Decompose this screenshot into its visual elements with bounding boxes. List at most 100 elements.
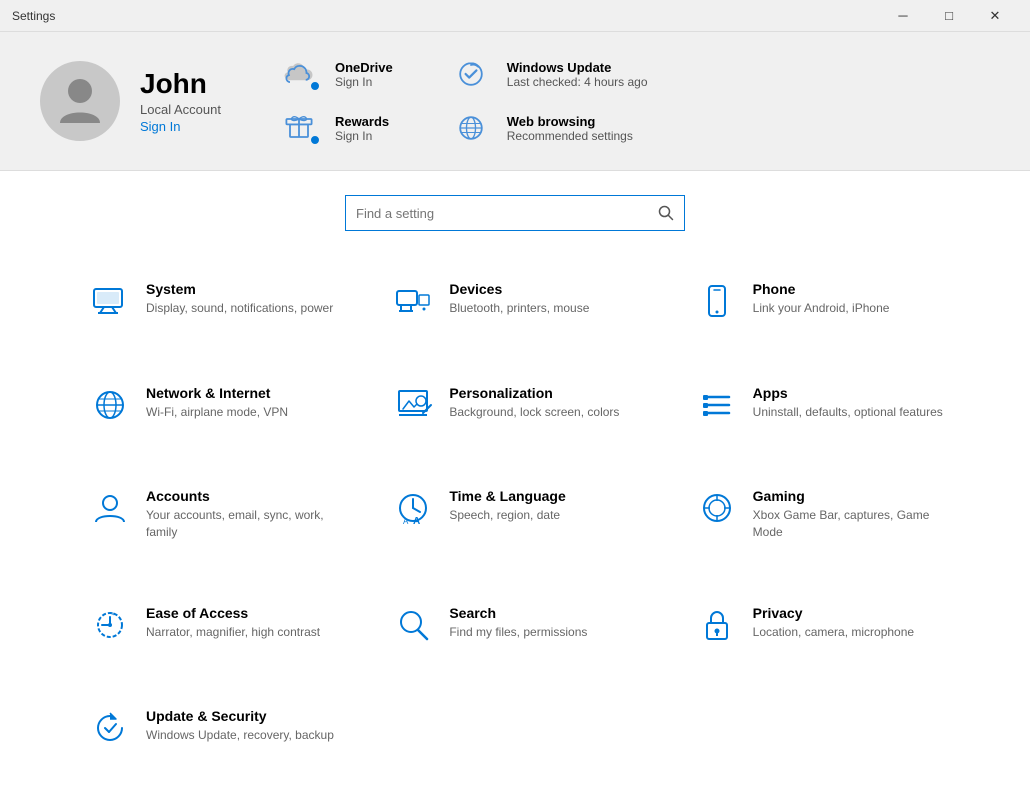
web-browsing-icon-wrap: [453, 110, 493, 146]
personalization-sub: Background, lock screen, colors: [449, 404, 619, 421]
gaming-text: Gaming Xbox Game Bar, captures, Game Mod…: [753, 488, 960, 541]
system-text: System Display, sound, notifications, po…: [146, 281, 333, 317]
personalization-icon: [393, 385, 433, 425]
windows-update-subtitle: Last checked: 4 hours ago: [507, 75, 648, 89]
accounts-icon: [90, 488, 130, 528]
search-text: Search Find my files, permissions: [449, 605, 587, 641]
devices-sub: Bluetooth, printers, mouse: [449, 300, 589, 317]
search-title: Search: [449, 605, 587, 621]
onedrive-title: OneDrive: [335, 60, 393, 75]
web-browsing-text: Web browsing Recommended settings: [507, 114, 633, 143]
windows-update-title: Windows Update: [507, 60, 648, 75]
network-sub: Wi-Fi, airplane mode, VPN: [146, 404, 288, 421]
accounts-text: Accounts Your accounts, email, sync, wor…: [146, 488, 353, 541]
ease-title: Ease of Access: [146, 605, 320, 621]
settings-update[interactable]: Update & Security Windows Update, recove…: [80, 692, 363, 786]
rewards-text: Rewards Sign In: [335, 114, 389, 143]
phone-sub: Link your Android, iPhone: [753, 300, 890, 317]
update-icon: [90, 708, 130, 748]
settings-accounts[interactable]: Accounts Your accounts, email, sync, wor…: [80, 472, 363, 578]
svg-text:A: A: [403, 517, 409, 526]
personalization-text: Personalization Background, lock screen,…: [449, 385, 619, 421]
profile-signin-link[interactable]: Sign In: [140, 119, 221, 134]
update-title: Update & Security: [146, 708, 334, 724]
header-section: John Local Account Sign In OneDrive Sign…: [0, 32, 1030, 171]
search-icon: [658, 205, 674, 221]
avatar: [40, 61, 120, 141]
devices-icon: [393, 281, 433, 321]
titlebar: Settings ─ □ ✕: [0, 0, 1030, 32]
search-box: [345, 195, 685, 231]
settings-personalization[interactable]: Personalization Background, lock screen,…: [383, 369, 666, 463]
privacy-sub: Location, camera, microphone: [753, 624, 914, 641]
titlebar-controls: ─ □ ✕: [880, 0, 1018, 32]
settings-privacy[interactable]: Privacy Location, camera, microphone: [687, 589, 970, 683]
gaming-icon: [697, 488, 737, 528]
windows-update-service[interactable]: Windows Update Last checked: 4 hours ago: [453, 56, 648, 92]
settings-search[interactable]: Search Find my files, permissions: [383, 589, 666, 683]
settings-network[interactable]: Network & Internet Wi-Fi, airplane mode,…: [80, 369, 363, 463]
accounts-sub: Your accounts, email, sync, work, family: [146, 507, 353, 541]
settings-gaming[interactable]: Gaming Xbox Game Bar, captures, Game Mod…: [687, 472, 970, 578]
onedrive-text: OneDrive Sign In: [335, 60, 393, 89]
rewards-subtitle: Sign In: [335, 129, 389, 143]
windows-update-icon: [453, 56, 489, 92]
profile-name: John: [140, 68, 221, 100]
network-icon: [90, 385, 130, 425]
gaming-sub: Xbox Game Bar, captures, Game Mode: [753, 507, 960, 541]
privacy-title: Privacy: [753, 605, 914, 621]
service-col-1: OneDrive Sign In Rewards: [281, 56, 393, 146]
update-text: Update & Security Windows Update, recove…: [146, 708, 334, 744]
time-icon: A A: [393, 488, 433, 528]
services-area: OneDrive Sign In Rewards: [281, 56, 990, 146]
minimize-button[interactable]: ─: [880, 0, 926, 32]
search-input[interactable]: [356, 206, 650, 221]
settings-ease[interactable]: Ease of Access Narrator, magnifier, high…: [80, 589, 363, 683]
phone-text: Phone Link your Android, iPhone: [753, 281, 890, 317]
gaming-title: Gaming: [753, 488, 960, 504]
service-col-2: Windows Update Last checked: 4 hours ago: [453, 56, 648, 146]
onedrive-subtitle: Sign In: [335, 75, 393, 89]
profile-area: John Local Account Sign In: [40, 61, 221, 141]
time-title: Time & Language: [449, 488, 565, 504]
rewards-title: Rewards: [335, 114, 389, 129]
web-browsing-service[interactable]: Web browsing Recommended settings: [453, 110, 648, 146]
accounts-title: Accounts: [146, 488, 353, 504]
search-sub: Find my files, permissions: [449, 624, 587, 641]
search-settings-icon: [393, 605, 433, 645]
windows-update-text: Windows Update Last checked: 4 hours ago: [507, 60, 648, 89]
settings-time[interactable]: A A Time & Language Speech, region, date: [383, 472, 666, 578]
onedrive-service[interactable]: OneDrive Sign In: [281, 56, 393, 92]
search-section: [0, 171, 1030, 255]
rewards-service[interactable]: Rewards Sign In: [281, 110, 393, 146]
settings-system[interactable]: System Display, sound, notifications, po…: [80, 265, 363, 359]
time-sub: Speech, region, date: [449, 507, 565, 524]
profile-info: John Local Account Sign In: [140, 68, 221, 134]
svg-text:A: A: [413, 516, 420, 527]
onedrive-status-dot: [309, 80, 321, 92]
settings-grid: System Display, sound, notifications, po…: [0, 255, 1030, 806]
phone-title: Phone: [753, 281, 890, 297]
windows-update-icon-wrap: [453, 56, 493, 92]
settings-devices[interactable]: Devices Bluetooth, printers, mouse: [383, 265, 666, 359]
system-sub: Display, sound, notifications, power: [146, 300, 333, 317]
system-icon: [90, 281, 130, 321]
close-button[interactable]: ✕: [972, 0, 1018, 32]
maximize-button[interactable]: □: [926, 0, 972, 32]
apps-title: Apps: [753, 385, 943, 401]
web-browsing-title: Web browsing: [507, 114, 633, 129]
personalization-title: Personalization: [449, 385, 619, 401]
rewards-icon-wrap: [281, 110, 321, 146]
update-sub: Windows Update, recovery, backup: [146, 727, 334, 744]
ease-icon: [90, 605, 130, 645]
time-text: Time & Language Speech, region, date: [449, 488, 565, 524]
devices-text: Devices Bluetooth, printers, mouse: [449, 281, 589, 317]
network-text: Network & Internet Wi-Fi, airplane mode,…: [146, 385, 288, 421]
settings-apps[interactable]: Apps Uninstall, defaults, optional featu…: [687, 369, 970, 463]
onedrive-icon-wrap: [281, 56, 321, 92]
settings-phone[interactable]: Phone Link your Android, iPhone: [687, 265, 970, 359]
ease-sub: Narrator, magnifier, high contrast: [146, 624, 320, 641]
apps-text: Apps Uninstall, defaults, optional featu…: [753, 385, 943, 421]
web-browsing-icon: [453, 110, 489, 146]
titlebar-title: Settings: [12, 9, 55, 23]
